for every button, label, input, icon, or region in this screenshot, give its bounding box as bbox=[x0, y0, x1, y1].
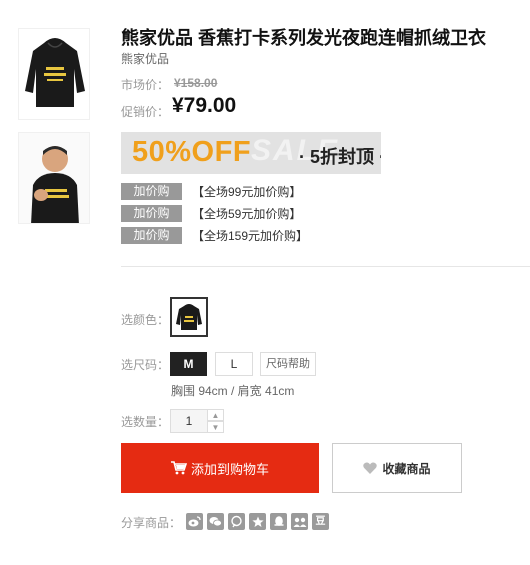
product-thumbnail-model[interactable] bbox=[18, 132, 90, 224]
addon-text[interactable]: 【全场99元加价购】 bbox=[192, 183, 301, 200]
brand-name: 熊家优品 bbox=[121, 52, 170, 66]
banner-headline: 50%OFF bbox=[132, 136, 252, 168]
friends-icon[interactable] bbox=[291, 513, 308, 530]
addon-tag: 加价购 bbox=[121, 183, 182, 200]
size-help-button[interactable]: 尺码帮助 bbox=[260, 352, 316, 376]
market-price: ¥158.00 bbox=[174, 76, 218, 90]
color-swatch-black[interactable] bbox=[170, 297, 208, 337]
addon-text[interactable]: 【全场159元加价购】 bbox=[192, 227, 308, 244]
addon-offer[interactable]: 加价购 【全场159元加价购】 bbox=[121, 227, 308, 244]
banner-subtext-label: 5折封顶 bbox=[310, 147, 375, 167]
market-price-label: 市场价： bbox=[121, 78, 170, 92]
heart-icon bbox=[363, 462, 378, 474]
hoodie-image bbox=[25, 38, 85, 107]
quantity-decrease-button[interactable]: ▼ bbox=[208, 421, 224, 433]
section-divider bbox=[121, 266, 530, 267]
sale-price: ¥79.00 bbox=[172, 94, 237, 117]
douban-icon[interactable]: 豆 bbox=[312, 513, 329, 530]
cart-icon bbox=[170, 461, 187, 475]
color-label: 选颜色： bbox=[121, 313, 170, 327]
wechat-icon[interactable] bbox=[207, 513, 224, 530]
addon-text[interactable]: 【全场59元加价购】 bbox=[192, 205, 301, 222]
banner-dot-left: · bbox=[299, 147, 305, 167]
chevron-down-icon: ▼ bbox=[211, 422, 220, 432]
size-measurements: 胸围 94cm / 肩宽 41cm bbox=[171, 384, 295, 398]
add-to-cart-button[interactable]: 添加到购物车 bbox=[121, 443, 319, 493]
favorite-label: 收藏商品 bbox=[382, 461, 431, 476]
addon-tag: 加价购 bbox=[121, 205, 182, 222]
banner-subtext: · 5折封顶 · bbox=[299, 143, 381, 169]
addon-offer[interactable]: 加价购 【全场59元加价购】 bbox=[121, 205, 301, 222]
promo-banner: SALE 50%OFF · 5折封顶 · bbox=[121, 132, 381, 174]
share-icons: 豆 bbox=[186, 513, 333, 530]
qq-icon[interactable] bbox=[270, 513, 287, 530]
sale-price-label: 促销价： bbox=[121, 105, 170, 119]
weibo-icon[interactable] bbox=[186, 513, 203, 530]
hoodie-swatch-icon bbox=[176, 304, 202, 330]
size-option-l[interactable]: L bbox=[215, 352, 253, 376]
size-label: 选尺码： bbox=[121, 358, 170, 372]
quantity-label: 选数量： bbox=[121, 415, 170, 429]
star-icon[interactable] bbox=[249, 513, 266, 530]
size-option-m[interactable]: M bbox=[170, 352, 207, 376]
addon-tag: 加价购 bbox=[121, 227, 182, 244]
share-label: 分享商品： bbox=[121, 516, 182, 530]
banner-dot-right: · bbox=[379, 147, 381, 167]
chevron-up-icon: ▲ bbox=[211, 410, 220, 420]
qq-zone-icon[interactable] bbox=[228, 513, 245, 530]
product-title: 熊家优品 香蕉打卡系列发光夜跑连帽抓绒卫衣 bbox=[121, 28, 486, 48]
quantity-input[interactable]: 1 bbox=[170, 409, 208, 433]
favorite-button[interactable]: 收藏商品 bbox=[332, 443, 462, 493]
quantity-increase-button[interactable]: ▲ bbox=[208, 409, 224, 421]
addon-offer[interactable]: 加价购 【全场99元加价购】 bbox=[121, 183, 301, 200]
product-thumbnail-hoodie[interactable] bbox=[18, 28, 90, 120]
model-photo bbox=[19, 133, 89, 223]
add-to-cart-label: 添加到购物车 bbox=[190, 461, 269, 477]
